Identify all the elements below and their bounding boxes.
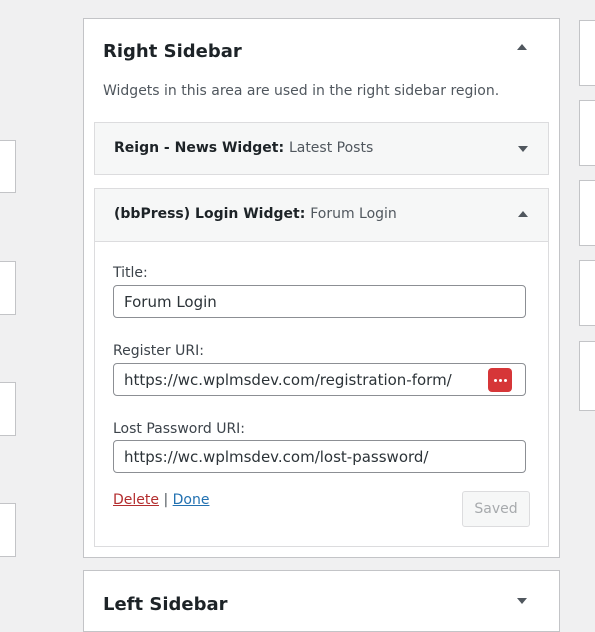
- arrow-down-icon[interactable]: [517, 598, 527, 604]
- title-input[interactable]: [113, 285, 526, 318]
- widget-name: Reign - News Widget: [114, 140, 279, 156]
- register-uri-label: Register URI:: [113, 343, 204, 359]
- password-manager-icon[interactable]: [488, 368, 512, 392]
- sidebar-title: Right Sidebar: [103, 41, 242, 62]
- left-column-widget[interactable]: [0, 140, 16, 193]
- widget-action-links: Delete | Done: [113, 492, 209, 508]
- left-column-widget[interactable]: [0, 261, 16, 315]
- widget-subtitle: Latest Posts: [288, 140, 374, 156]
- title-label: Title:: [113, 265, 148, 281]
- right-column-widget[interactable]: [579, 260, 595, 326]
- right-column-widget[interactable]: [579, 341, 595, 411]
- left-column-widget[interactable]: [0, 382, 16, 436]
- widget-subtitle: Forum Login: [310, 206, 397, 222]
- lost-password-input[interactable]: [113, 440, 526, 473]
- arrow-up-icon[interactable]: [517, 44, 527, 50]
- done-link[interactable]: Done: [173, 492, 210, 508]
- sidebar-description: Widgets in this area are used in the rig…: [103, 83, 500, 99]
- lost-password-label: Lost Password URI:: [113, 421, 246, 437]
- widget-login: (bbPress) Login Widget: Forum Login Titl…: [94, 188, 549, 547]
- delete-link[interactable]: Delete: [113, 492, 159, 508]
- widget-header[interactable]: Reign - News Widget: Latest Posts: [95, 123, 548, 174]
- widget-separator: :: [299, 206, 311, 222]
- right-sidebar-panel: Right Sidebar Widgets in this area are u…: [83, 18, 560, 558]
- widget-title: Reign - News Widget: Latest Posts: [114, 140, 373, 156]
- register-uri-input[interactable]: [113, 363, 526, 396]
- left-sidebar-panel[interactable]: Left Sidebar: [83, 570, 560, 632]
- right-column-widget[interactable]: [579, 20, 595, 86]
- link-separator: |: [163, 492, 169, 508]
- widget-body: Title: Register URI: Lost Password URI: …: [95, 241, 548, 546]
- widget-news[interactable]: Reign - News Widget: Latest Posts: [94, 122, 549, 175]
- right-column-widget[interactable]: [579, 180, 595, 246]
- sidebar-title: Left Sidebar: [103, 594, 228, 615]
- saved-button[interactable]: Saved: [462, 491, 530, 527]
- widget-title: (bbPress) Login Widget: Forum Login: [114, 206, 397, 222]
- left-column-widget[interactable]: [0, 503, 16, 557]
- widget-separator: :: [278, 140, 289, 156]
- widget-name: (bbPress) Login Widget: [114, 206, 300, 222]
- right-column-widget[interactable]: [579, 100, 595, 166]
- arrow-up-icon[interactable]: [518, 211, 528, 217]
- arrow-down-icon[interactable]: [518, 146, 528, 152]
- widget-header[interactable]: (bbPress) Login Widget: Forum Login: [95, 189, 548, 240]
